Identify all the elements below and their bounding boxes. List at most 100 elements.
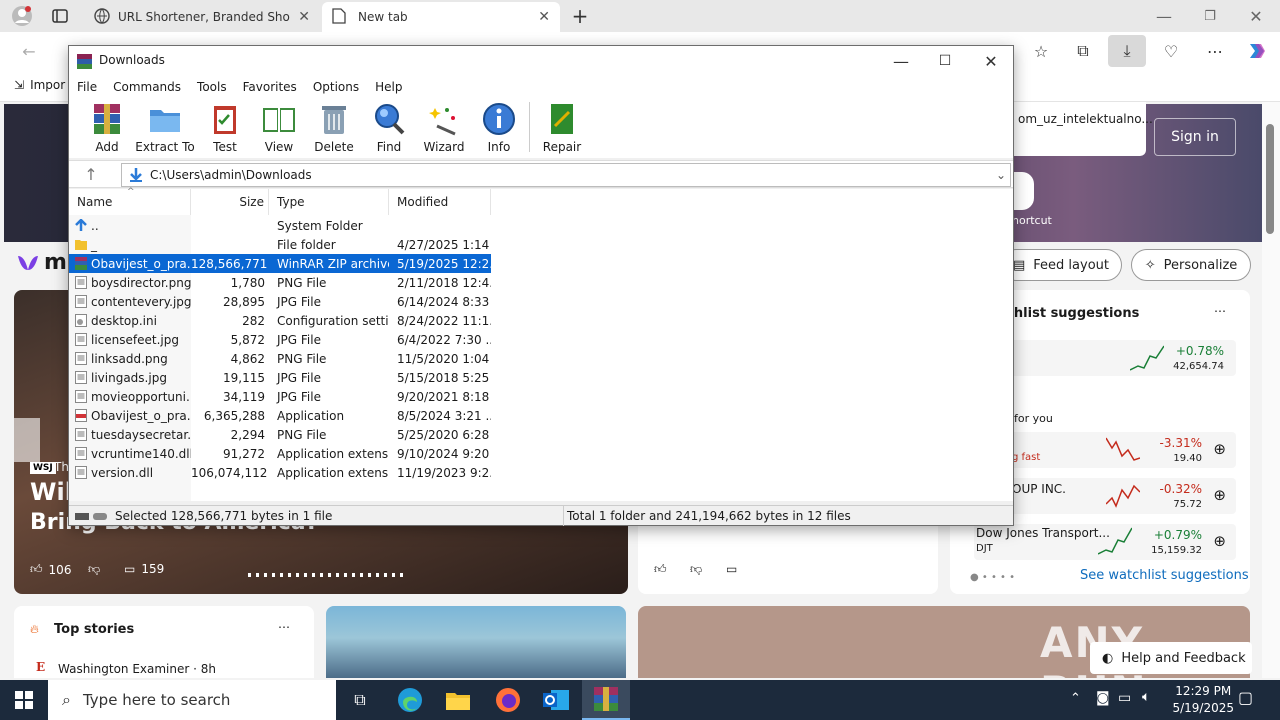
extract-to-button[interactable]: Extract To xyxy=(135,102,195,158)
suggestion-item[interactable]: om_uz_intelektualno... xyxy=(1018,112,1153,126)
collections-icon[interactable]: ⧉ xyxy=(1070,38,1096,64)
delete-button[interactable]: Delete xyxy=(304,102,364,158)
tab-actions-icon[interactable] xyxy=(48,4,72,28)
start-button[interactable] xyxy=(0,680,48,720)
file-row[interactable]: Obavijest_o_pra... 6,365,288 Application 8/… xyxy=(69,406,491,425)
winrar-taskbar-icon[interactable] xyxy=(582,680,630,720)
edge-taskbar-icon[interactable] xyxy=(386,680,434,720)
page-scrollbar[interactable] xyxy=(1262,102,1280,678)
menu-help[interactable]: Help xyxy=(375,80,402,94)
more-options-icon[interactable]: ⋯ xyxy=(1214,304,1226,318)
like-button[interactable]: 👍︎ 106 xyxy=(30,562,71,577)
chevron-down-icon[interactable]: ⌄ xyxy=(996,168,1006,182)
add-watchlist-icon[interactable]: ⊕ xyxy=(1213,486,1226,504)
path-dropdown[interactable]: C:\Users\admin\Downloads ⌄ xyxy=(121,163,1011,187)
favorites-item-import[interactable]: ⇲ Impor xyxy=(14,78,65,92)
more-menu-icon[interactable]: ⋯ xyxy=(1202,38,1228,64)
favorites-star-icon[interactable]: ☆ xyxy=(1028,38,1054,64)
help-feedback-button[interactable]: ◐ Help and Feedback xyxy=(1090,642,1252,674)
menu-tools[interactable]: Tools xyxy=(197,80,227,94)
file-row[interactable]: .. System Folder xyxy=(69,216,491,235)
clock[interactable]: 12:29 PM 5/19/2025 xyxy=(1172,683,1234,717)
file-row[interactable]: licensefeet.jpg 5,872 JPG File 6/4/2022 7:3… xyxy=(69,330,491,349)
winrar-titlebar[interactable]: Downloads — ☐ ✕ xyxy=(69,46,1013,76)
column-size[interactable]: Size xyxy=(191,189,269,215)
column-name[interactable]: Name ^ xyxy=(69,187,191,215)
file-row[interactable]: movieopportuni... 34,119 JPG File 9/20/2021… xyxy=(69,387,491,406)
repair-button[interactable]: Repair xyxy=(532,102,592,158)
comment-icon[interactable]: ▭ xyxy=(726,562,737,576)
up-folder-icon[interactable]: ↑ xyxy=(81,164,101,184)
file-row[interactable]: linksadd.png 4,862 PNG File 11/5/2020 1:04 … xyxy=(69,349,491,368)
downloads-icon[interactable]: ⤓ xyxy=(1108,35,1146,67)
close-tab-icon[interactable]: ✕ xyxy=(538,9,550,25)
back-icon[interactable]: ← xyxy=(16,38,42,64)
task-view-icon[interactable]: ⧉ xyxy=(336,680,384,720)
extensions-icon[interactable]: ♡ xyxy=(1158,38,1184,64)
volume-icon[interactable]: 🔈︎ xyxy=(1142,689,1150,705)
story-source[interactable]: Washington Examiner · 8h xyxy=(58,662,216,676)
file-row-selected[interactable]: Obavijest_o_pra... 128,566,771 WinRAR ZIP … xyxy=(69,254,491,273)
comments-button[interactable]: ▭ 159 xyxy=(124,562,164,576)
tab-new-tab[interactable]: New tab ✕ xyxy=(322,2,560,32)
carousel-dots[interactable] xyxy=(248,573,408,577)
close-tab-icon[interactable]: ✕ xyxy=(298,9,310,25)
sign-in-button[interactable]: Sign in xyxy=(1154,118,1236,156)
feed-layout-button[interactable]: ▤ Feed layout xyxy=(1000,249,1122,281)
menu-options[interactable]: Options xyxy=(313,80,359,94)
file-row[interactable]: vcruntime140.dll 91,272 Application extens… xyxy=(69,444,491,463)
network-icon[interactable]: ▭ xyxy=(1118,690,1131,706)
add-watchlist-icon[interactable]: ⊕ xyxy=(1213,532,1226,550)
profile-icon[interactable] xyxy=(8,4,36,28)
firefox-icon[interactable] xyxy=(484,680,532,720)
view-button[interactable]: View xyxy=(249,102,309,158)
menu-commands[interactable]: Commands xyxy=(113,80,181,94)
close-window-icon[interactable]: ✕ xyxy=(1244,4,1268,28)
see-watchlist-link[interactable]: See watchlist suggestions xyxy=(1080,568,1249,583)
minimize-icon[interactable]: — xyxy=(889,49,913,73)
column-type[interactable]: Type xyxy=(269,189,389,215)
watchlist-item[interactable]: +0.78% 42,654.74 xyxy=(1010,340,1236,376)
test-button[interactable]: Test xyxy=(195,102,255,158)
taskbar-search-box[interactable]: ⌕ Type here to search xyxy=(48,680,336,720)
file-row[interactable]: contentevery.jpg 28,895 JPG File 6/14/2024 … xyxy=(69,292,491,311)
minimize-icon[interactable]: — xyxy=(1152,4,1176,28)
file-row[interactable]: boysdirector.png 1,780 PNG File 2/11/2018 1… xyxy=(69,273,491,292)
personalize-button[interactable]: ✧ Personalize xyxy=(1131,249,1251,281)
image-card[interactable] xyxy=(326,606,626,678)
menu-favorites[interactable]: Favorites xyxy=(243,80,297,94)
wizard-button[interactable]: Wizard xyxy=(414,102,474,158)
watchlist-item[interactable]: g fast -3.31% 19.40 ⊕ xyxy=(1010,432,1236,468)
notification-icon[interactable]: ▢ xyxy=(1238,688,1253,707)
file-row[interactable]: livingads.jpg 19,115 JPG File 5/15/2018 5:2… xyxy=(69,368,491,387)
thumbs-up-icon[interactable]: 👍︎ xyxy=(654,562,667,577)
add-button[interactable]: Add xyxy=(77,102,137,158)
file-row[interactable]: version.dll 106,074,112 Application extens… xyxy=(69,463,491,482)
thumbs-down-icon[interactable]: 👎︎ xyxy=(690,562,702,577)
file-row[interactable]: _ File folder 4/27/2025 1:14 ... xyxy=(69,235,491,254)
tray-chevron-icon[interactable]: ⌃ xyxy=(1070,691,1081,706)
find-button[interactable]: Find xyxy=(359,102,419,158)
column-modified[interactable]: Modified xyxy=(389,189,491,215)
menu-file[interactable]: File xyxy=(77,80,97,94)
outlook-icon[interactable] xyxy=(532,680,580,720)
watchlist-item[interactable]: OUP INC. -0.32% 75.72 ⊕ xyxy=(1010,478,1236,514)
thumbs-down-icon[interactable]: 👎︎ xyxy=(88,562,100,577)
file-explorer-icon[interactable] xyxy=(434,680,482,720)
copilot-icon[interactable] xyxy=(1244,38,1270,64)
restore-icon[interactable]: ❐ xyxy=(1198,4,1222,28)
add-watchlist-icon[interactable]: ⊕ xyxy=(1213,440,1226,458)
tab-url-shortener[interactable]: URL Shortener, Branded Short Lin ✕ xyxy=(84,2,320,32)
scrollbar-thumb[interactable] xyxy=(1266,124,1274,234)
tray-app-icon[interactable]: ◙ xyxy=(1096,690,1110,706)
watchlist-item[interactable]: Dow Jones Transport... DJT +0.79% 15,159.3… xyxy=(974,524,1236,560)
pagination-dots[interactable]: ● • • • • xyxy=(970,572,1015,583)
carousel-prev-icon[interactable] xyxy=(14,418,40,462)
new-tab-icon[interactable]: + xyxy=(568,4,592,28)
maximize-icon[interactable]: ☐ xyxy=(933,49,957,73)
close-icon[interactable]: ✕ xyxy=(979,49,1003,73)
more-options-icon[interactable]: ⋯ xyxy=(278,620,290,634)
info-button[interactable]: Info xyxy=(469,102,529,158)
file-row[interactable]: desktop.ini 282 Configuration setti... 8/24… xyxy=(69,311,491,330)
file-row[interactable]: tuesdaysecretar... 2,294 PNG File 5/25/2020… xyxy=(69,425,491,444)
